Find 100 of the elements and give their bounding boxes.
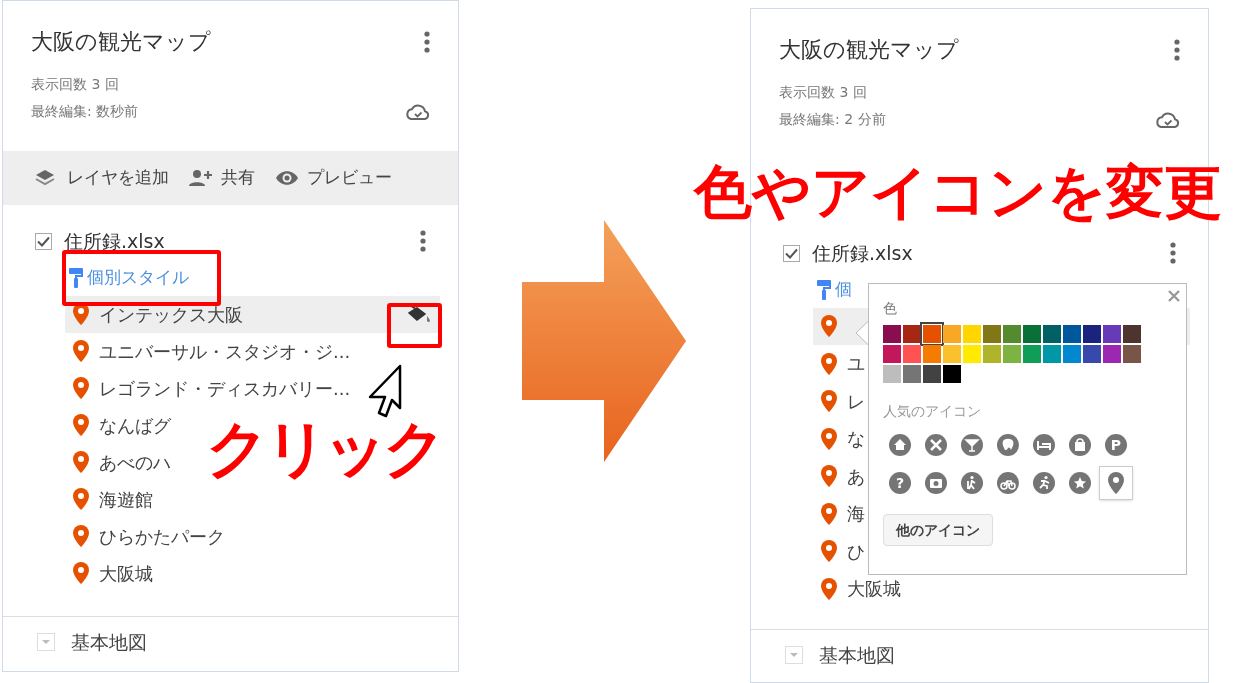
place-name: ひ xyxy=(847,539,865,564)
more-icon[interactable] xyxy=(424,30,430,53)
icons-label: 人気のアイコン xyxy=(883,402,982,421)
color-swatch[interactable] xyxy=(1123,345,1141,363)
map-pin-icon xyxy=(821,577,837,600)
color-swatch[interactable] xyxy=(1083,325,1101,343)
close-icon[interactable] xyxy=(1168,290,1180,302)
color-swatch[interactable] xyxy=(1003,325,1021,343)
last-edited: 最終編集: 数秒前 xyxy=(31,102,139,121)
color-swatch[interactable] xyxy=(1103,345,1121,363)
color-swatch[interactable] xyxy=(1063,345,1081,363)
color-swatch[interactable] xyxy=(923,325,941,343)
map-pin-icon xyxy=(821,465,837,488)
icon-option[interactable] xyxy=(1099,466,1133,500)
bicycle-icon xyxy=(997,472,1019,494)
home-icon xyxy=(889,434,911,456)
map-title: 大阪の観光マップ xyxy=(31,28,211,56)
map-pin-icon xyxy=(73,525,89,547)
camera-icon xyxy=(925,472,947,494)
toolbar-button[interactable]: 共有 xyxy=(189,165,255,191)
last-edited: 最終編集: 2 分前 xyxy=(779,110,886,129)
color-swatch[interactable] xyxy=(943,325,961,343)
icon-option[interactable]: ? xyxy=(883,466,917,500)
question-icon: ? xyxy=(889,472,911,494)
eye-icon xyxy=(275,168,299,188)
color-swatch[interactable] xyxy=(1063,325,1081,343)
place-name: インテックス大阪 xyxy=(99,302,243,327)
cutlery-icon xyxy=(925,434,947,456)
color-swatch[interactable] xyxy=(903,325,921,343)
color-swatch[interactable] xyxy=(1043,325,1061,343)
bed-icon xyxy=(1033,434,1055,456)
place-name: なんばグ xyxy=(99,413,171,438)
person-add-icon xyxy=(189,168,213,188)
more-icon[interactable] xyxy=(1170,242,1176,265)
color-swatch[interactable] xyxy=(903,345,921,363)
color-swatch[interactable] xyxy=(1103,325,1121,343)
place-name: 海遊館 xyxy=(99,487,153,512)
color-swatch[interactable] xyxy=(1083,345,1101,363)
place-name: 大阪城 xyxy=(847,577,901,602)
highlight-frame xyxy=(387,303,442,348)
check-icon xyxy=(785,247,798,259)
color-swatch[interactable] xyxy=(883,365,901,383)
dropdown-icon[interactable] xyxy=(785,646,803,664)
parking-icon: P xyxy=(1105,434,1127,456)
base-map-label: 基本地図 xyxy=(71,629,147,655)
cloud-icon xyxy=(1156,110,1180,130)
paint-bucket-icon[interactable] xyxy=(408,304,430,324)
map-pin-icon xyxy=(821,352,837,375)
place-row[interactable]: インテックス大阪 xyxy=(65,295,440,333)
place-name: ひらかたパーク xyxy=(99,524,225,549)
dropdown-icon[interactable] xyxy=(37,633,55,651)
place-name: な xyxy=(847,427,865,452)
place-name: 海 xyxy=(847,502,865,527)
color-swatch[interactable] xyxy=(923,365,941,383)
color-swatch[interactable] xyxy=(983,325,1001,343)
color-swatch[interactable] xyxy=(1003,345,1021,363)
color-swatch[interactable] xyxy=(1123,325,1141,343)
place-name: ユニバーサル・スタジオ・ジ... xyxy=(99,339,351,364)
runner-icon xyxy=(1033,472,1055,494)
map-pin-icon xyxy=(73,377,89,399)
layer-name: 住所録.xlsx xyxy=(64,229,165,254)
click-caption: クリック xyxy=(205,418,442,480)
map-pin-icon xyxy=(821,315,837,338)
color-swatch[interactable] xyxy=(943,345,961,363)
color-swatch[interactable] xyxy=(883,345,901,363)
layer-checkbox[interactable] xyxy=(35,232,52,250)
layer-checkbox[interactable] xyxy=(783,244,800,262)
map-title: 大阪の観光マップ xyxy=(779,36,959,64)
place-name: 大阪城 xyxy=(99,561,153,586)
view-count: 表示回数 3 回 xyxy=(31,75,120,94)
base-map-label: 基本地図 xyxy=(819,642,895,668)
more-icons-button[interactable]: 他のアイコン xyxy=(883,514,993,546)
toolbar-button[interactable]: プレビュー xyxy=(275,165,392,191)
place-name: レゴランド・ディスカバリー... xyxy=(99,376,351,401)
map-pin-icon xyxy=(73,488,89,510)
map-pin-icon xyxy=(821,502,837,525)
paint-roller-icon xyxy=(817,279,831,300)
place-name: レ xyxy=(847,389,865,414)
map-pin-icon xyxy=(1108,471,1124,495)
toolbar-button[interactable]: レイヤを追加 xyxy=(35,165,169,191)
color-swatch[interactable] xyxy=(1023,345,1041,363)
color-swatch[interactable] xyxy=(963,325,981,343)
color-swatch[interactable] xyxy=(983,345,1001,363)
hiker-icon xyxy=(961,472,983,494)
color-swatch[interactable] xyxy=(883,325,901,343)
map-pin-icon xyxy=(73,303,89,325)
color-swatch[interactable] xyxy=(1043,345,1061,363)
map-pin-icon xyxy=(73,414,89,436)
color-swatch[interactable] xyxy=(923,345,941,363)
more-icon[interactable] xyxy=(420,230,426,253)
view-count: 表示回数 3 回 xyxy=(779,83,868,102)
more-icon[interactable] xyxy=(1174,38,1180,61)
check-icon xyxy=(37,235,50,247)
color-swatch[interactable] xyxy=(903,365,921,383)
color-swatch[interactable] xyxy=(943,365,961,383)
icon-option[interactable]: P xyxy=(1099,428,1133,462)
color-swatch[interactable] xyxy=(963,345,981,363)
color-swatch[interactable] xyxy=(1023,325,1041,343)
place-name: ユ xyxy=(847,352,865,377)
map-pin-icon xyxy=(821,390,837,413)
